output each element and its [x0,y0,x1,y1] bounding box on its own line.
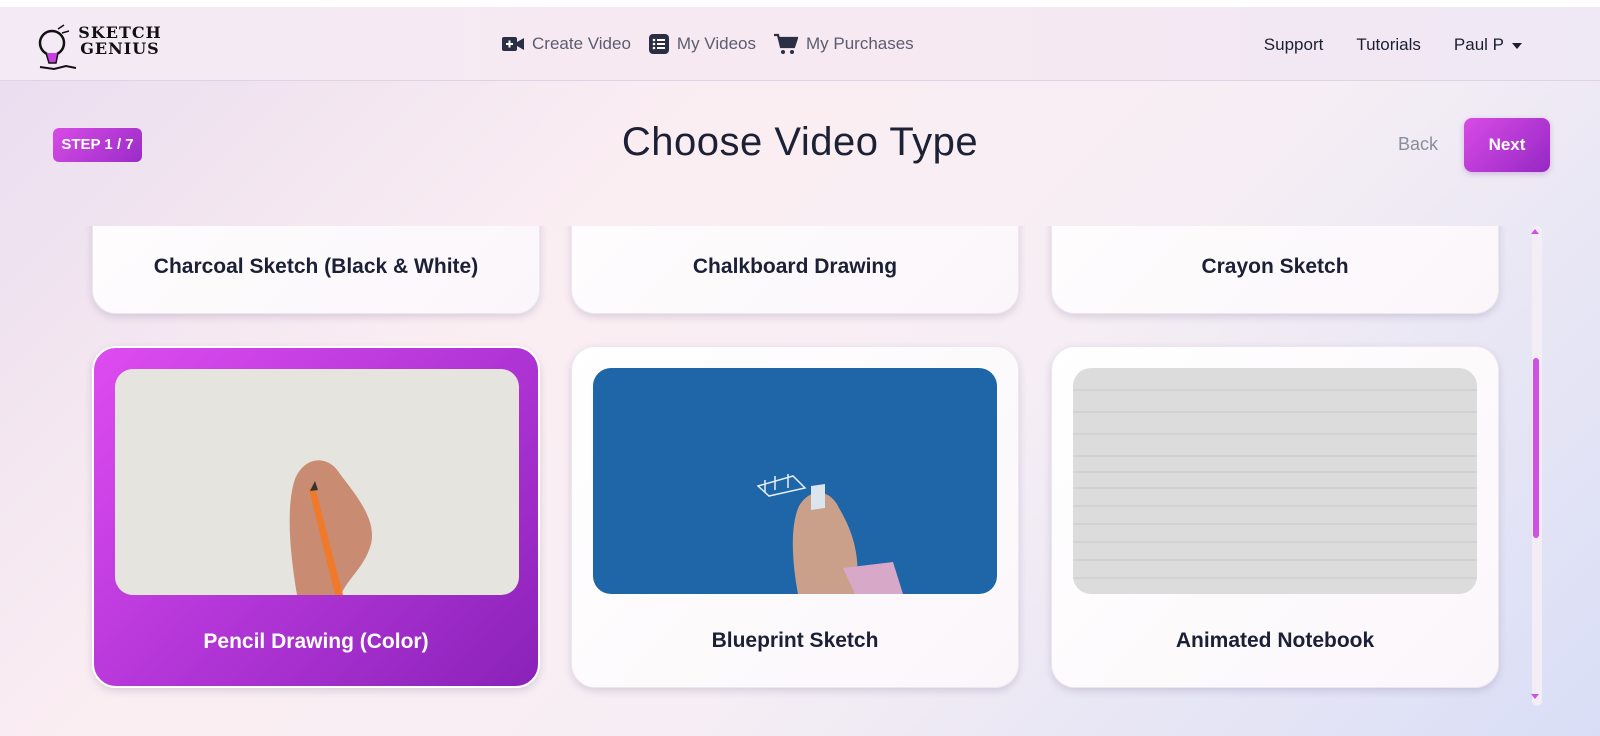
pencil-drawing-preview [115,369,519,595]
tutorials-link[interactable]: Tutorials [1356,35,1421,55]
video-type-card-chalkboard[interactable]: Chalkboard Drawing [571,226,1019,314]
video-type-card-pencil-color[interactable]: Pencil Drawing (Color) [92,346,540,688]
hand-pencil-image [115,369,519,595]
scroll-up-arrow-icon[interactable] [1531,229,1539,234]
logo-text: SKETCH GENIUS [78,23,162,58]
top-strip [0,0,1600,7]
scrollbar-thumb[interactable] [1533,358,1539,538]
video-type-card-crayon[interactable]: Crayon Sketch [1051,226,1499,314]
video-type-label: Blueprint Sketch [711,629,879,652]
scroll-down-arrow-icon[interactable] [1531,694,1539,699]
nav-my-videos[interactable]: My Videos [648,34,756,54]
video-type-label: Animated Notebook [1175,629,1375,652]
next-button[interactable]: Next [1464,118,1550,172]
logo[interactable]: SKETCH GENIUS [36,23,166,71]
back-button[interactable]: Back [1398,134,1438,155]
user-nav: Support Tutorials Paul P [1231,35,1522,55]
support-link[interactable]: Support [1264,35,1324,55]
user-name: Paul P [1453,35,1504,54]
video-type-card-notebook[interactable]: Animated Notebook [1051,346,1499,688]
hand-chalk-blueprint-image [593,368,997,594]
video-type-card-blueprint[interactable]: Blueprint Sketch [571,346,1019,688]
video-type-label: Charcoal Sketch (Black & White) [153,255,479,278]
video-plus-icon [502,37,524,51]
list-icon [648,34,669,54]
chevron-down-icon [1512,42,1522,49]
nav-my-purchases[interactable]: My Purchases [773,33,914,55]
video-type-label: Crayon Sketch [1201,255,1349,278]
blueprint-sketch-preview [593,368,997,594]
video-type-grid: Charcoal Sketch (Black & White) Chalkboa… [0,226,1600,736]
lined-paper-image [1073,368,1477,594]
video-type-card-charcoal[interactable]: Charcoal Sketch (Black & White) [92,226,540,314]
animated-notebook-preview [1073,368,1477,594]
video-type-label: Chalkboard Drawing [692,255,898,278]
cart-icon [773,33,798,54]
video-type-label: Pencil Drawing (Color) [203,630,429,653]
nav-create-video[interactable]: Create Video [502,34,631,54]
main-nav: Create Video My Videos My Purchases [502,33,932,55]
page-title: Choose Video Type [621,120,979,164]
navbar: SKETCH GENIUS Create Video My Videos My … [0,7,1600,81]
user-menu[interactable]: Paul P [1454,35,1522,55]
